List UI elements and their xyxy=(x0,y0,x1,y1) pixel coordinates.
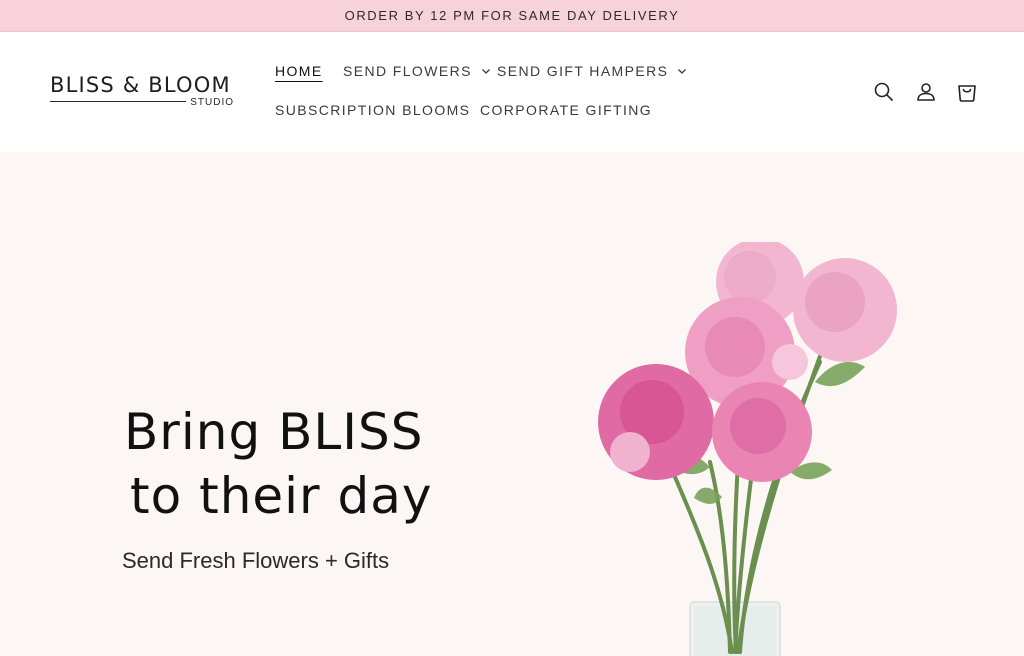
search-button[interactable] xyxy=(872,80,896,104)
account-button[interactable] xyxy=(914,80,938,104)
cart-button[interactable] xyxy=(955,80,979,104)
nav-send-flowers-label: SEND FLOWERS xyxy=(343,63,472,79)
nav-subscription-blooms-label: SUBSCRIPTION BLOOMS xyxy=(275,102,471,118)
nav-send-gift-hampers-label: SEND GIFT HAMPERS xyxy=(497,63,669,79)
cart-icon xyxy=(958,85,976,102)
account-icon xyxy=(917,83,935,101)
nav-send-flowers[interactable]: SEND FLOWERS xyxy=(343,63,491,79)
hero-title-line-1: Bring BLISS xyxy=(124,403,424,461)
chevron-down-icon xyxy=(678,69,687,74)
nav-send-gift-hampers[interactable]: SEND GIFT HAMPERS xyxy=(497,63,687,79)
hero-title-line-2: to their day xyxy=(130,467,433,525)
logo-sub-text: STUDIO xyxy=(190,97,234,108)
hero-title: Bring BLISS to their day xyxy=(124,400,504,528)
announcement-text: ORDER BY 12 PM FOR SAME DAY DELIVERY xyxy=(344,8,680,23)
logo[interactable]: BLISS & BLOOM STUDIO xyxy=(50,74,236,110)
logo-rule xyxy=(50,101,186,102)
nav-home[interactable]: HOME xyxy=(275,63,323,79)
nav-subscription-blooms[interactable]: SUBSCRIPTION BLOOMS xyxy=(275,102,470,118)
announcement-bar: ORDER BY 12 PM FOR SAME DAY DELIVERY xyxy=(0,0,1024,32)
nav-corporate-gifting-label: CORPORATE GIFTING xyxy=(480,102,653,118)
hero-banner[interactable]: Bring BLISS to their day Send Fresh Flow… xyxy=(0,152,1024,656)
peony-bouquet-image xyxy=(598,242,897,656)
nav-home-label: HOME xyxy=(275,63,323,79)
logo-main-text: BLISS & BLOOM xyxy=(50,73,231,97)
search-icon xyxy=(874,82,893,101)
hero-subtitle: Send Fresh Flowers + Gifts xyxy=(122,548,390,573)
site-header: BLISS & BLOOM STUDIO HOME SEND FLOWERS S… xyxy=(0,32,1024,152)
chevron-down-icon xyxy=(481,69,490,74)
peony-blooms xyxy=(598,242,897,482)
nav-corporate-gifting[interactable]: CORPORATE GIFTING xyxy=(480,102,652,118)
